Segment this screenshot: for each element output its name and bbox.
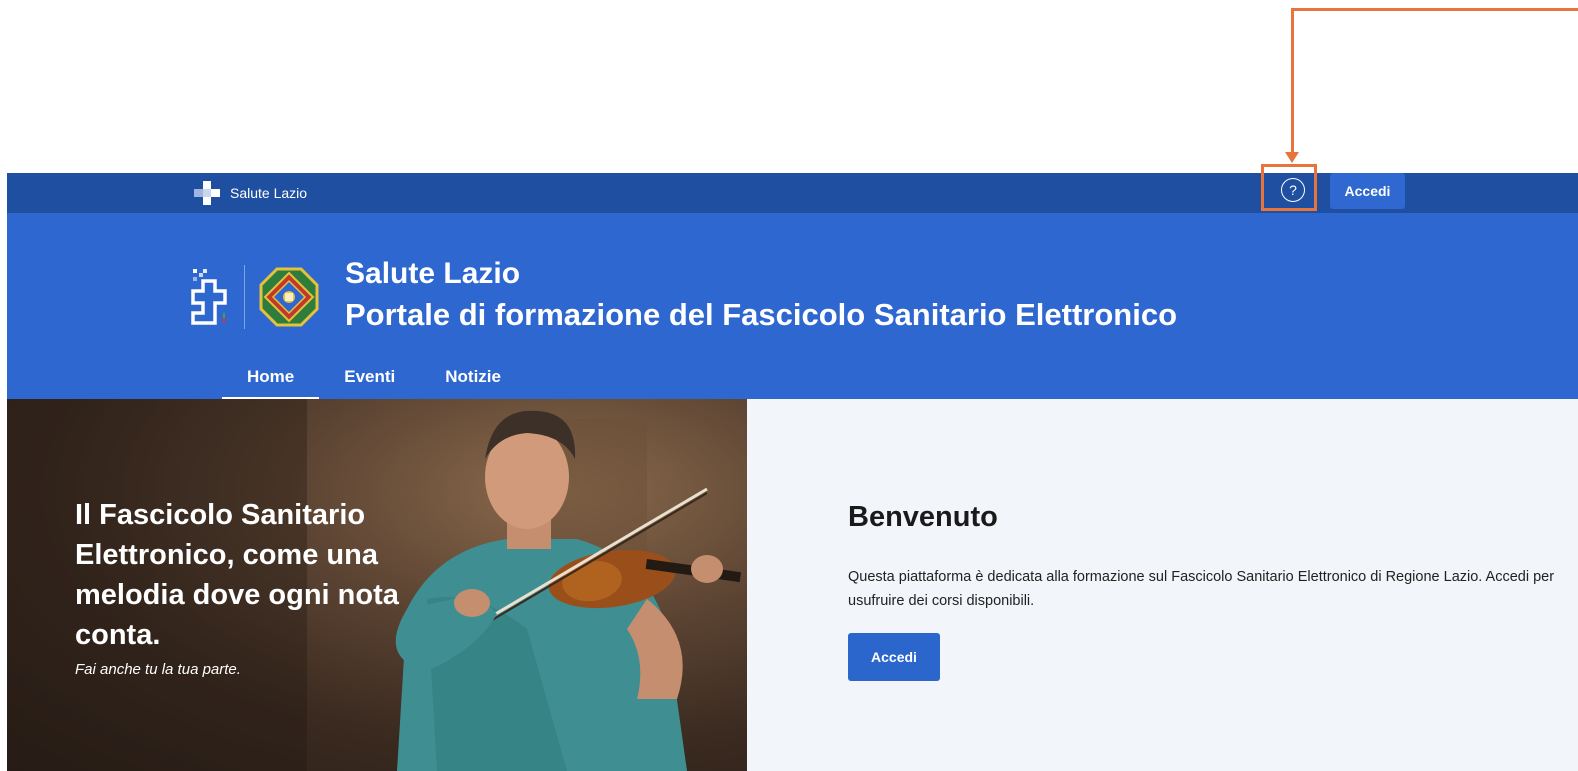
logo-separator <box>244 265 245 329</box>
nav-item-notizie[interactable]: Notizie <box>420 359 526 399</box>
annotation-arrow-head <box>1285 152 1299 163</box>
brand-label: Salute Lazio <box>230 185 308 201</box>
site: Salute Lazio ? Accedi Salute Lazio Porta… <box>7 173 1578 771</box>
top-bar: Salute Lazio ? Accedi <box>7 173 1578 213</box>
salute-cross-icon <box>194 181 220 205</box>
annotation-arrow-line <box>1291 8 1578 11</box>
site-title: Salute Lazio <box>345 257 521 290</box>
login-button-main[interactable]: Accedi <box>848 633 940 681</box>
annotation-highlight-box <box>1261 164 1317 211</box>
hero-text: Il Fascicolo Sanitario Elettronico, come… <box>75 495 405 678</box>
hero-subline: Fai anche tu la tua parte. <box>75 661 241 678</box>
hero-headline: Il Fascicolo Sanitario Elettronico, come… <box>75 499 399 651</box>
site-subtitle: Portale di formazione del Fascicolo Sani… <box>345 297 1178 332</box>
hero-banner: Il Fascicolo Sanitario Elettronico, come… <box>7 399 747 771</box>
welcome-text: Questa piattaforma è dedicata alla forma… <box>848 569 1555 609</box>
brand-link[interactable]: Salute Lazio <box>194 179 307 207</box>
site-header: Salute Lazio Portale di formazione del F… <box>7 213 1578 399</box>
welcome-title: Benvenuto <box>848 501 998 533</box>
lazio-emblem-icon <box>259 267 319 327</box>
login-button-top[interactable]: Accedi <box>1330 173 1405 209</box>
nav-item-home[interactable]: Home <box>222 359 320 399</box>
fse-logo-icon <box>191 269 227 325</box>
annotation-arrow-stem <box>1291 8 1294 154</box>
nav-item-eventi[interactable]: Eventi <box>319 359 420 399</box>
main-nav: Home Eventi Notizie <box>222 359 526 399</box>
welcome-panel: Benvenuto Questa piattaforma è dedicata … <box>747 399 1578 771</box>
